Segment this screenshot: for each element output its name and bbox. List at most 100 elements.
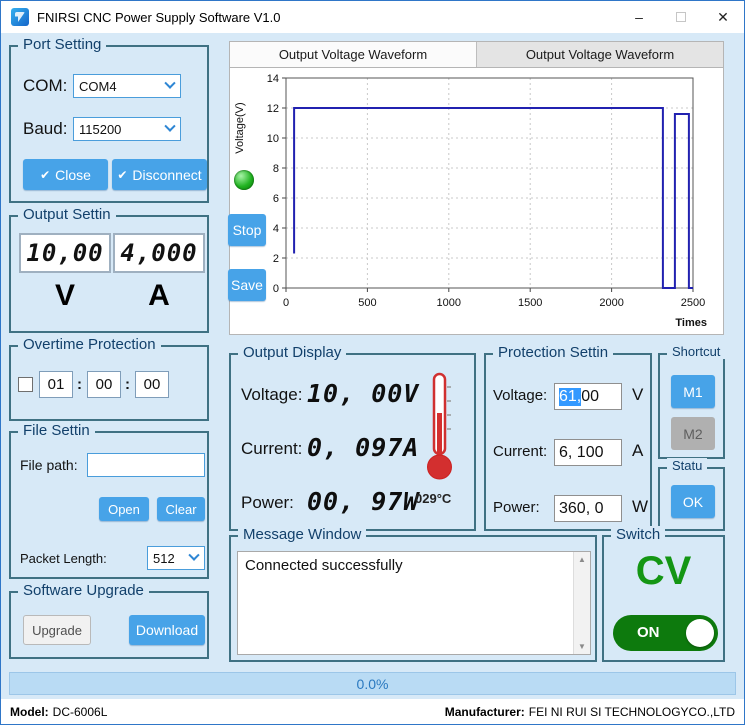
hours-field[interactable]: 01 bbox=[39, 371, 73, 398]
voltage-readout-label: Voltage: bbox=[241, 385, 302, 405]
stop-button[interactable]: Stop bbox=[228, 214, 266, 246]
port-setting-title: Port Setting bbox=[18, 36, 106, 53]
output-display-group: Output Display Voltage: 10, 00V Current:… bbox=[229, 353, 476, 531]
com-label: COM: bbox=[23, 76, 67, 96]
title-bar: FNIRSI CNC Power Supply Software V1.0 – … bbox=[1, 1, 744, 33]
scroll-down-icon[interactable]: ▼ bbox=[578, 639, 586, 654]
software-upgrade-group: Software Upgrade Upgrade Download bbox=[9, 591, 209, 659]
status-title: Statu bbox=[667, 458, 707, 473]
download-button[interactable]: Download bbox=[129, 615, 205, 645]
software-upgrade-title: Software Upgrade bbox=[18, 582, 149, 599]
switch-title: Switch bbox=[611, 526, 665, 543]
baud-label: Baud: bbox=[23, 119, 67, 139]
packet-length-select[interactable]: 512 bbox=[147, 546, 205, 570]
waveform-panel: Output Voltage Waveform Output Voltage W… bbox=[229, 41, 724, 335]
window-title: FNIRSI CNC Power Supply Software V1.0 bbox=[37, 10, 280, 25]
window-controls: – ✕ bbox=[618, 1, 744, 33]
output-toggle[interactable]: ON bbox=[613, 615, 718, 651]
upgrade-button[interactable]: Upgrade bbox=[23, 615, 91, 645]
m2-button[interactable]: M2 bbox=[671, 417, 715, 450]
progress-bar: 0.0% bbox=[9, 672, 736, 695]
tab-output-voltage-waveform[interactable]: Output Voltage Waveform bbox=[230, 42, 477, 67]
chevron-down-icon bbox=[188, 550, 199, 561]
packet-length-label: Packet Length: bbox=[20, 551, 107, 566]
protection-voltage-label: Voltage: bbox=[493, 387, 547, 404]
voltage-readout-value: 10, 00V bbox=[307, 379, 419, 408]
m1-button[interactable]: M1 bbox=[671, 375, 715, 408]
maximize-icon bbox=[676, 12, 686, 22]
waveform-chart: 0246810121405001000150020002500Voltage(V… bbox=[230, 68, 723, 334]
protection-voltage-unit: V bbox=[632, 385, 643, 405]
scroll-up-icon[interactable]: ▲ bbox=[578, 552, 586, 567]
mode-indicator: CV bbox=[604, 549, 723, 594]
app-icon bbox=[11, 8, 29, 26]
svg-text:0: 0 bbox=[283, 297, 289, 309]
maximize-button[interactable] bbox=[660, 1, 702, 33]
thermometer-icon bbox=[424, 371, 454, 483]
toggle-state-label: ON bbox=[637, 624, 660, 641]
protection-power-label: Power: bbox=[493, 499, 540, 516]
baud-select[interactable]: 115200 bbox=[73, 117, 181, 141]
overtime-checkbox[interactable] bbox=[18, 377, 33, 392]
minutes-field[interactable]: 00 bbox=[87, 371, 121, 398]
tab-output-voltage-waveform-2[interactable]: Output Voltage Waveform bbox=[477, 42, 723, 67]
protection-voltage-input[interactable]: 61, 00 bbox=[554, 383, 622, 410]
toggle-knob[interactable] bbox=[686, 619, 714, 647]
waveform-tabs: Output Voltage Waveform Output Voltage W… bbox=[230, 42, 723, 68]
shortcut-title: Shortcut bbox=[667, 344, 725, 359]
svg-text:1000: 1000 bbox=[437, 297, 461, 309]
app-window: FNIRSI CNC Power Supply Software V1.0 – … bbox=[0, 0, 745, 725]
disconnect-button[interactable]: ✔ Disconnect bbox=[112, 159, 207, 190]
protection-setting-title: Protection Settin bbox=[493, 344, 613, 361]
file-path-label: File path: bbox=[20, 457, 78, 473]
current-readout-value: 0, 097A bbox=[307, 433, 419, 462]
manufacturer-value: FEI NI RUI SI TECHNOLOGYCO.,LTD bbox=[529, 705, 735, 719]
svg-text:14: 14 bbox=[267, 73, 279, 85]
svg-text:Voltage(V): Voltage(V) bbox=[234, 102, 246, 153]
svg-text:6: 6 bbox=[273, 193, 279, 205]
manufacturer-label: Manufacturer: bbox=[445, 705, 525, 719]
ok-button[interactable]: OK bbox=[671, 485, 715, 518]
protection-power-input[interactable]: 360, 0 bbox=[554, 495, 622, 522]
current-unit-label: A bbox=[113, 279, 205, 313]
minimize-button[interactable]: – bbox=[618, 1, 660, 33]
message-area[interactable]: Connected successfully ▲ ▼ bbox=[237, 551, 591, 655]
current-set-display[interactable]: 4,000 bbox=[113, 233, 205, 273]
check-icon: ✔ bbox=[117, 169, 127, 181]
chevron-down-icon bbox=[164, 78, 175, 89]
svg-text:8: 8 bbox=[273, 163, 279, 175]
chevron-down-icon bbox=[164, 121, 175, 132]
protection-current-unit: A bbox=[632, 441, 643, 461]
seconds-field[interactable]: 00 bbox=[135, 371, 169, 398]
save-button[interactable]: Save bbox=[228, 269, 266, 301]
power-readout-label: Power: bbox=[241, 493, 294, 513]
close-window-button[interactable]: ✕ bbox=[702, 1, 744, 33]
voltage-set-display[interactable]: 10,00 bbox=[19, 233, 111, 273]
svg-text:10: 10 bbox=[267, 133, 279, 145]
time-separator: : bbox=[77, 376, 82, 393]
selected-text: 61, bbox=[559, 388, 581, 406]
overtime-protection-group: Overtime Protection 01 : 00 : 00 bbox=[9, 345, 209, 421]
svg-text:1500: 1500 bbox=[518, 297, 542, 309]
status-led bbox=[234, 170, 254, 190]
output-setting-group: Output Settin 10,00 4,000 V A bbox=[9, 215, 209, 333]
model-value: DC-6006L bbox=[53, 705, 108, 719]
disconnect-label: Disconnect bbox=[132, 167, 201, 183]
com-select[interactable]: COM4 bbox=[73, 74, 181, 98]
clear-button[interactable]: Clear bbox=[157, 497, 205, 521]
status-group: Statu OK bbox=[658, 467, 725, 531]
close-port-button[interactable]: ✔ Close bbox=[23, 159, 108, 190]
power-readout-value: 00, 97W bbox=[307, 487, 419, 516]
protection-current-input[interactable]: 6, 100 bbox=[554, 439, 622, 466]
message-window-group: Message Window Connected successfully ▲ … bbox=[229, 535, 597, 662]
com-value: COM4 bbox=[79, 79, 117, 94]
model-label: Model: bbox=[10, 705, 49, 719]
svg-text:500: 500 bbox=[358, 297, 376, 309]
message-scrollbar[interactable]: ▲ ▼ bbox=[573, 552, 590, 654]
progress-value: 0.0% bbox=[357, 676, 389, 692]
file-path-input[interactable] bbox=[87, 453, 205, 477]
open-button[interactable]: Open bbox=[99, 497, 149, 521]
status-bar: Model: DC-6006L Manufacturer: FEI NI RUI… bbox=[1, 699, 744, 724]
current-readout-label: Current: bbox=[241, 439, 302, 459]
svg-text:12: 12 bbox=[267, 103, 279, 115]
